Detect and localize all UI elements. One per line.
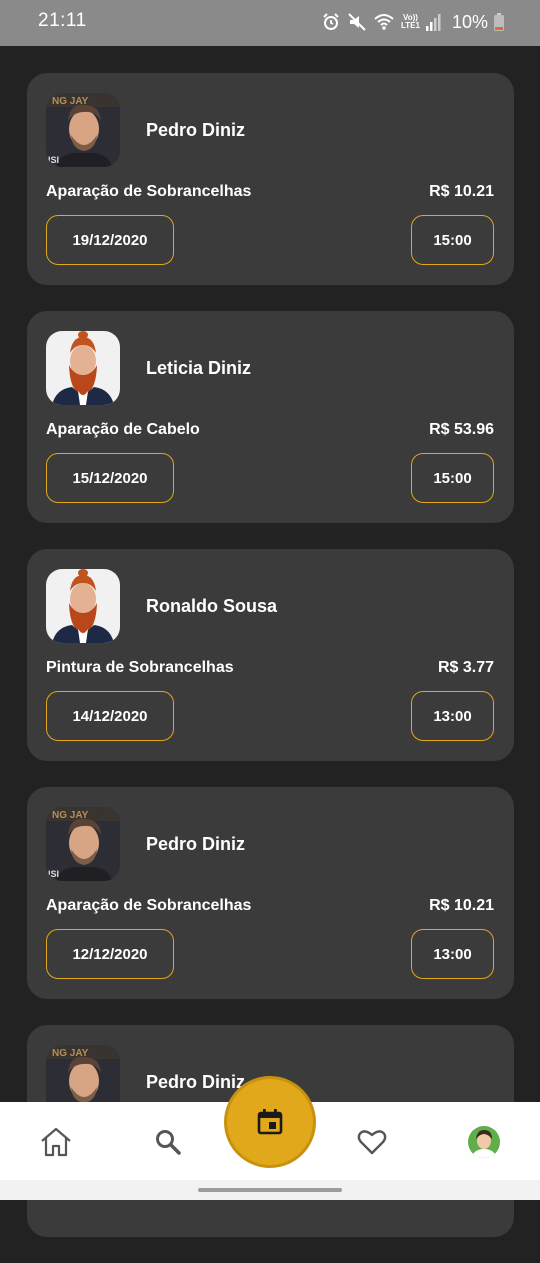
service-name: Pintura de Sobrancelhas bbox=[46, 659, 234, 676]
date-chip[interactable]: 14/12/2020 bbox=[46, 691, 174, 741]
status-time: 21:11 bbox=[38, 10, 87, 31]
heart-icon bbox=[357, 1130, 387, 1155]
time-chip[interactable]: 13:00 bbox=[411, 691, 494, 741]
service-price: R$ 10.21 bbox=[429, 183, 494, 200]
service-name: Aparação de Cabelo bbox=[46, 421, 200, 438]
status-icons: Vo)) LTE1 10% bbox=[321, 11, 504, 33]
profile-avatar bbox=[468, 1126, 500, 1158]
time-chip[interactable]: 15:00 bbox=[411, 453, 494, 503]
time-chip[interactable]: 15:00 bbox=[411, 215, 494, 265]
service-price: R$ 53.96 bbox=[429, 421, 494, 438]
signal-icon bbox=[425, 14, 441, 31]
nav-home[interactable] bbox=[36, 1122, 76, 1162]
service-name: Aparação de Sobrancelhas bbox=[46, 897, 252, 914]
search-icon bbox=[156, 1130, 181, 1155]
service-price: R$ 3.77 bbox=[437, 659, 494, 676]
barber-name: Pedro Diniz bbox=[146, 834, 246, 854]
date-chip[interactable]: 12/12/2020 bbox=[46, 929, 174, 979]
svg-text:ISI: ISI bbox=[48, 155, 59, 165]
svg-text:ISI: ISI bbox=[48, 869, 59, 879]
nav-profile[interactable] bbox=[464, 1122, 504, 1162]
appointment-card[interactable]: Ronaldo Sousa Pintura de Sobrancelhas R$… bbox=[27, 549, 514, 761]
calendar-icon bbox=[257, 1109, 283, 1135]
alarm-icon bbox=[323, 13, 339, 30]
mute-icon bbox=[348, 13, 366, 31]
service-price: R$ 10.21 bbox=[429, 897, 494, 914]
barber-name: Leticia Diniz bbox=[146, 358, 252, 378]
nav-search[interactable] bbox=[148, 1122, 188, 1162]
barber-avatar bbox=[46, 569, 120, 643]
time-chip[interactable]: 13:00 bbox=[411, 929, 494, 979]
battery-icon bbox=[494, 13, 504, 31]
appointment-card[interactable]: NG JAY ISI Pedro Diniz Aparação de Sobra… bbox=[27, 73, 514, 285]
network-lte: LTE1 bbox=[401, 21, 420, 30]
nav-favorites[interactable] bbox=[352, 1122, 392, 1162]
battery-percent: 10% bbox=[451, 11, 488, 32]
service-name: Aparação de Sobrancelhas bbox=[46, 183, 252, 200]
barber-avatar: NG JAY ISI bbox=[46, 807, 120, 881]
barber-avatar: NG JAY ISI bbox=[46, 93, 120, 167]
date-chip[interactable]: 19/12/2020 bbox=[46, 215, 174, 265]
network-type: Vo)) LTE1 bbox=[401, 14, 420, 30]
barber-name: Ronaldo Sousa bbox=[146, 596, 278, 616]
home-indicator[interactable] bbox=[198, 1188, 342, 1192]
appointment-card[interactable]: NG JAY ISI Pedro Diniz Aparação de Sobra… bbox=[27, 787, 514, 999]
home-icon bbox=[41, 1127, 71, 1157]
date-chip[interactable]: 15/12/2020 bbox=[46, 453, 174, 503]
gesture-bar bbox=[0, 1180, 540, 1200]
appointment-card[interactable]: Leticia Diniz Aparação de Cabelo R$ 53.9… bbox=[27, 311, 514, 523]
calendar-fab-button[interactable] bbox=[224, 1076, 316, 1168]
barber-name: Pedro Diniz bbox=[146, 1072, 246, 1092]
barber-avatar bbox=[46, 331, 120, 405]
wifi-icon bbox=[374, 14, 394, 30]
status-bar: 21:11 Vo)) LTE1 10% bbox=[0, 0, 540, 46]
barber-name: Pedro Diniz bbox=[146, 120, 246, 140]
